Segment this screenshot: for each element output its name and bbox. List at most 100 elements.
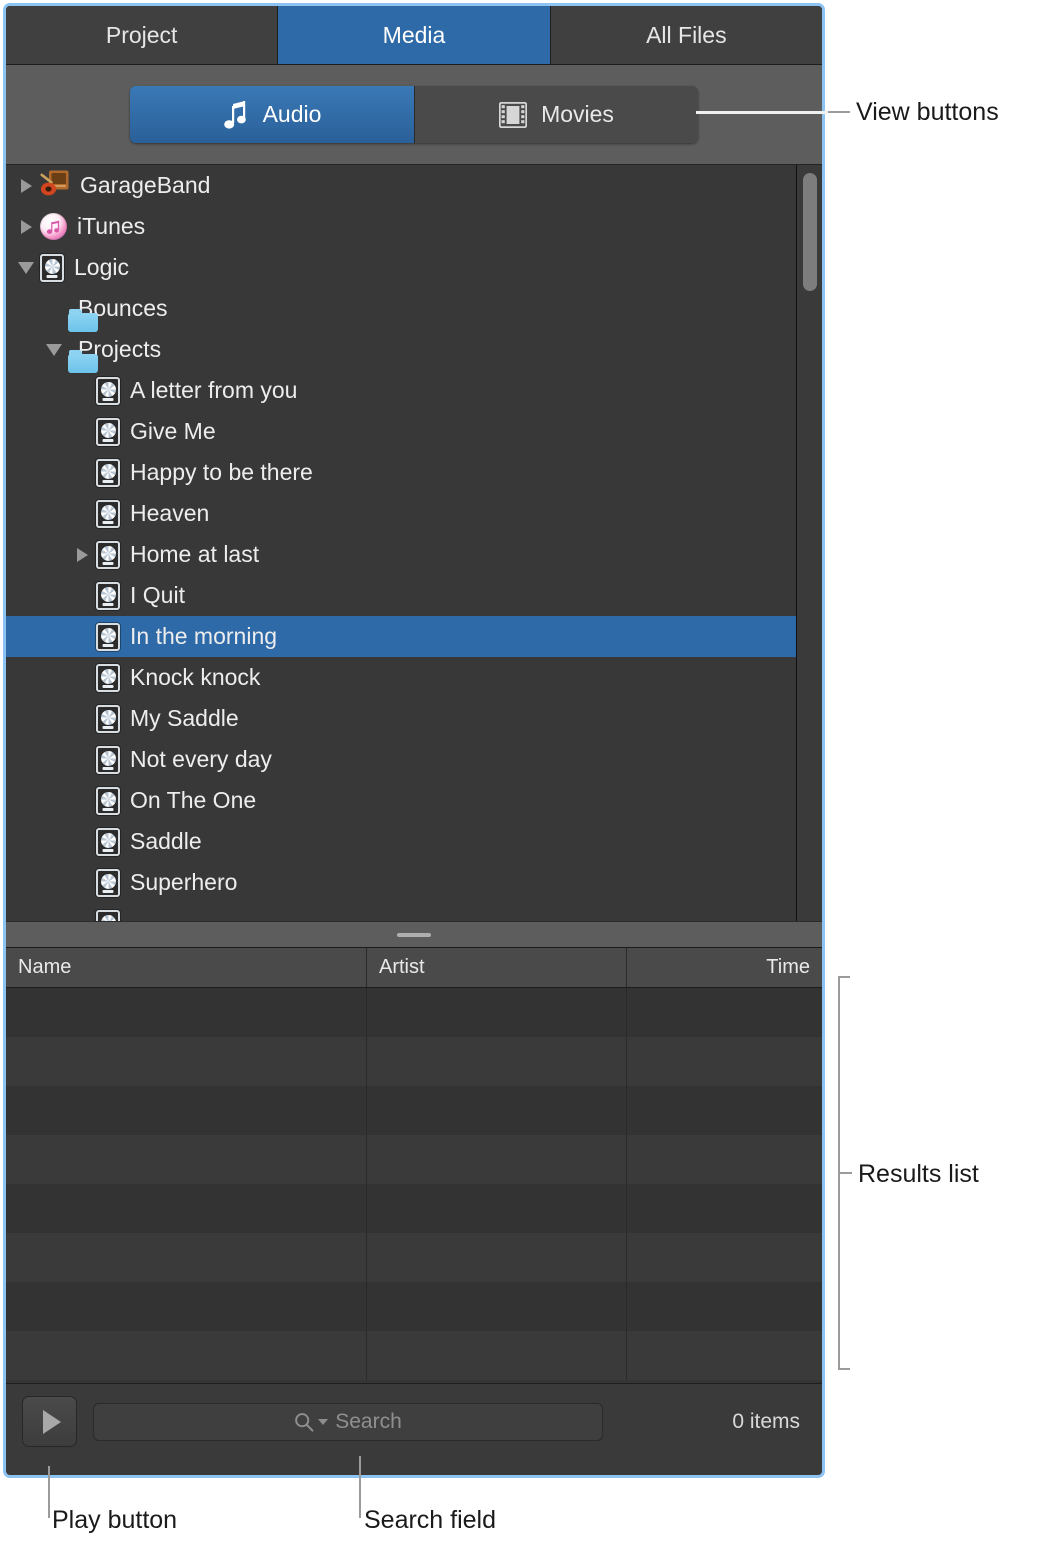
table-row[interactable] [6,1331,822,1380]
logic-project-icon [96,786,120,815]
tree-item-itunes[interactable]: iTunes [6,206,822,247]
disclosure-triangle-closed-icon[interactable] [68,534,96,575]
table-row[interactable] [6,1135,822,1184]
logic-project-icon [96,745,120,774]
tree-item-bounces[interactable]: Bounces [6,288,822,332]
table-cell-name [6,1282,366,1331]
logic-project-icon [96,704,120,733]
tree-item-label: Logic [74,254,129,280]
tree-item-label: On The One [130,787,257,813]
table-row[interactable] [6,1184,822,1233]
column-header-name-label: Name [18,956,72,978]
table-row[interactable] [6,988,822,1037]
tree-item-home-at-last[interactable]: Home at last [6,534,822,575]
disclosure-triangle-open-icon[interactable] [12,247,40,288]
tab-project[interactable]: Project [6,6,279,64]
table-cell-name [6,1184,366,1233]
logic-project-icon [96,663,120,692]
table-cell-time [626,1282,822,1331]
view-buttons-leader-white [696,111,828,114]
tree-item-saddle[interactable]: Saddle [6,821,822,862]
tab-media[interactable]: Media [278,6,551,64]
tree-item-my-saddle[interactable]: My Saddle [6,698,822,739]
view-button-movies[interactable]: Movies [414,86,698,143]
splitter-grip-icon [397,932,431,937]
column-header-name[interactable]: Name [6,948,366,987]
browser-bottom-bar: Search 0 items [6,1383,822,1459]
search-field[interactable]: Search [93,1402,603,1441]
tree-rows: GarageBand iTunes Logic Bounces Projects A l… [6,165,822,921]
table-cell-artist [366,1086,626,1135]
itunes-icon [40,213,67,240]
logic-project-icon [96,622,120,651]
tree-item-happy-to-be-there[interactable]: Happy to be there [6,452,822,493]
logic-project-icon [96,581,120,610]
table-row[interactable] [6,1086,822,1135]
tree-item-knock-knock[interactable]: Knock knock [6,657,822,698]
logic-project-icon [96,540,120,569]
logic-project-icon [40,253,64,282]
chevron-down-icon[interactable] [318,1418,329,1425]
results-list[interactable] [6,988,822,1383]
view-button-audio[interactable]: Audio [130,86,414,143]
tree-scrollbar[interactable] [796,165,822,921]
search-magnifier-icon [294,1412,314,1432]
annotation-view-buttons: View buttons [856,98,999,126]
tab-media-label: Media [382,21,446,48]
tree-item-superhero[interactable]: Superhero [6,862,822,903]
disclosure-triangle-open-icon[interactable] [40,329,68,370]
logic-project-icon [96,499,120,528]
view-buttons-segmented-control: Audio Movies [130,86,698,143]
tree-item-logic[interactable]: Logic [6,247,822,288]
tree-item-label: Superhero [130,869,238,895]
tree-item-give-me[interactable]: Give Me [6,411,822,452]
tree-item-garageband[interactable]: GarageBand [6,165,822,206]
film-strip-icon [499,101,528,128]
screenshot-root: Project Media All Files Audio Movies Gar… [0,0,1037,1545]
pane-splitter[interactable] [6,921,822,948]
tree-item-projects[interactable]: Projects [6,329,822,373]
table-cell-time [626,1037,822,1086]
media-source-tree[interactable]: GarageBand iTunes Logic Bounces Projects A l… [6,165,822,921]
view-button-audio-label: Audio [262,101,322,127]
tree-scrollbar-thumb[interactable] [803,173,817,291]
logic-project-icon [96,827,120,856]
view-buttons-leader [828,111,850,113]
tree-item-label: Not every day [130,746,272,772]
view-button-movies-label: Movies [541,101,614,127]
table-cell-name [6,1086,366,1135]
tree-item-label: Happy to be there [130,459,313,485]
table-row[interactable] [6,1037,822,1086]
tree-item-heaven[interactable]: Heaven [6,493,822,534]
table-row[interactable] [6,1233,822,1282]
tree-item-label: Saddle [130,828,202,854]
disclosure-triangle-closed-icon[interactable] [12,206,40,247]
disclosure-triangle-closed-icon[interactable] [12,165,40,206]
tree-item-not-every-day[interactable]: Not every day [6,739,822,780]
table-cell-artist [366,1282,626,1331]
table-row[interactable] [6,1282,822,1331]
tree-item-in-the-morning[interactable]: In the morning [6,616,822,657]
play-button[interactable] [22,1396,77,1447]
table-cell-name [6,1233,366,1282]
tree-item-i-quit[interactable]: I Quit [6,575,822,616]
table-cell-name [6,988,366,1037]
tree-item-partial[interactable] [6,903,822,921]
table-cell-artist [366,1037,626,1086]
tab-all-files[interactable]: All Files [550,6,822,64]
tree-item-on-the-one[interactable]: On The One [6,780,822,821]
column-header-time[interactable]: Time [626,948,822,987]
tab-project-label: Project [105,21,178,48]
column-header-time-label: Time [766,956,810,978]
tree-item-a-letter-from-you[interactable]: A letter from you [6,370,822,411]
column-header-artist[interactable]: Artist [366,948,626,987]
